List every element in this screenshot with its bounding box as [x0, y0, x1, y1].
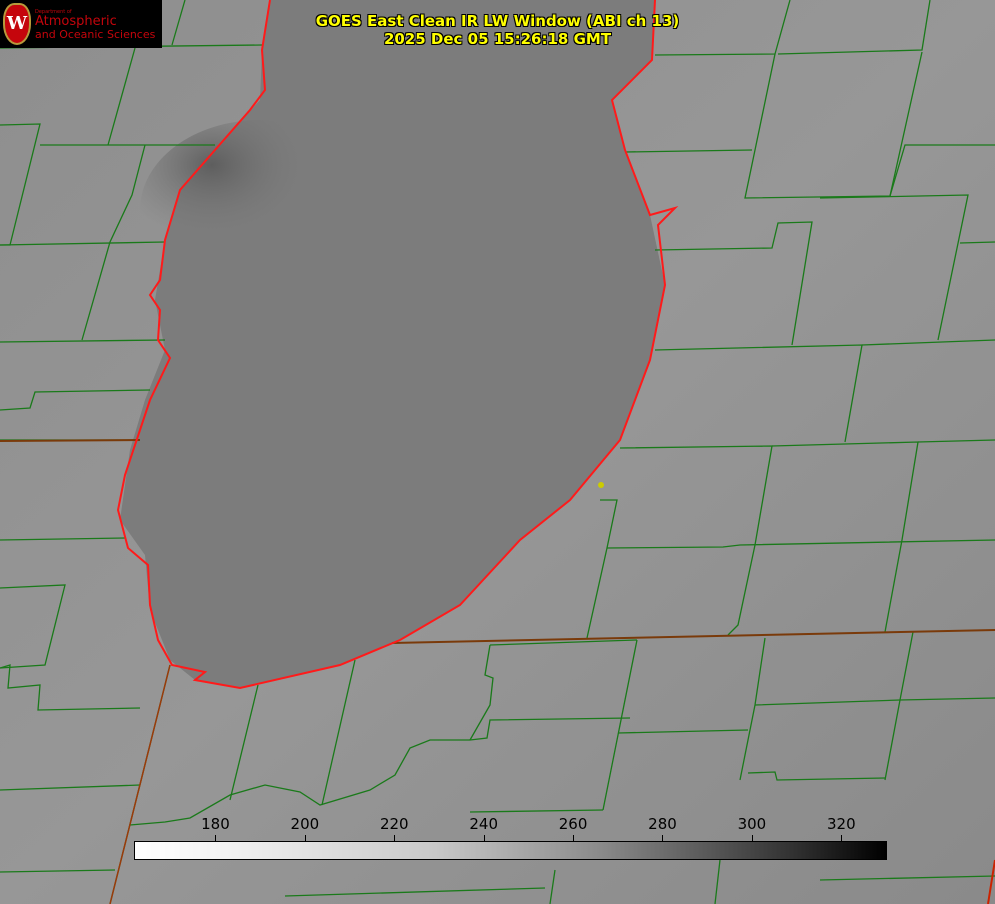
- colorbar-tick-label: 200: [290, 815, 320, 833]
- state-boundary: [0, 439, 141, 442]
- colorbar-tick-mark: [483, 835, 485, 841]
- colorbar-tick-mark: [841, 835, 843, 841]
- colorbar: [134, 841, 887, 860]
- colorbar-tick-mark: [304, 835, 306, 841]
- site-marker: [598, 482, 604, 488]
- colorbar-tick-label: 240: [469, 815, 498, 833]
- satellite-image-viewer: W Department of Atmospheric and Oceanic …: [0, 0, 995, 904]
- image-title: GOES East Clean IR LW Window (ABI ch 13): [315, 12, 680, 30]
- image-timestamp: 2025 Dec 05 15:26:18 GMT: [383, 30, 612, 48]
- colorbar-tick-label: 320: [826, 815, 856, 833]
- colorbar-tick-mark: [573, 835, 575, 841]
- ir-satellite-map: [0, 0, 995, 904]
- colorbar-tick-label: 180: [201, 815, 230, 833]
- cloud-feature: [140, 120, 380, 300]
- colorbar-tick-mark: [394, 835, 396, 841]
- colorbar-tick-label: 300: [737, 815, 767, 833]
- colorbar-tick-mark: [662, 835, 664, 841]
- colorbar-tick-label: 260: [558, 815, 588, 833]
- colorbar-tick-mark: [751, 835, 753, 841]
- colorbar-tick-label: 220: [379, 815, 409, 833]
- colorbar-tick-mark: [215, 835, 217, 841]
- colorbar-tick-label: 280: [648, 815, 677, 833]
